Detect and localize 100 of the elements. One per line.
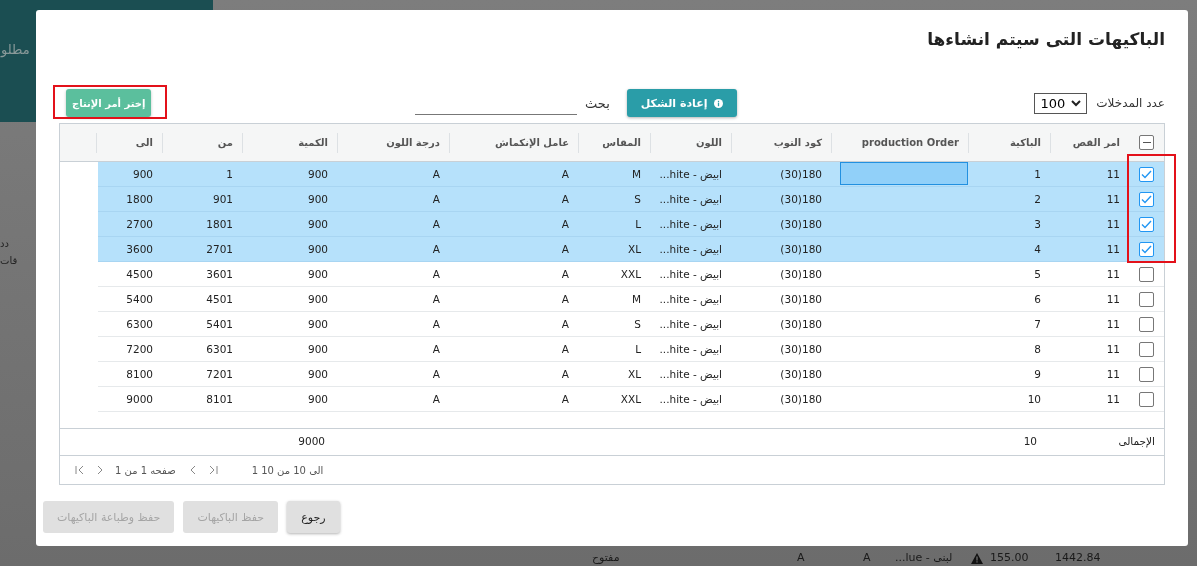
table-cell-text: 4501	[205, 292, 234, 307]
table-cell: 155.00	[990, 551, 1029, 564]
table-cell-text: 10	[1026, 392, 1042, 407]
first-page-icon[interactable]	[207, 465, 218, 475]
table-cell-text: 8100	[125, 367, 154, 382]
table-cell-text: 180(30)	[779, 342, 823, 357]
row-checkbox[interactable]	[1139, 191, 1154, 207]
table-cell-text: 11	[1105, 267, 1121, 282]
table-cell-text: ابيض - hite...	[658, 367, 723, 383]
table-cell: 1442.84	[1055, 551, 1101, 564]
column-header[interactable]: الباكية	[968, 132, 1050, 153]
table-cell-text: A	[431, 242, 441, 257]
table-cell-text: ابيض - hite...	[658, 317, 723, 333]
table-cell-text: ابيض - hite...	[658, 392, 723, 408]
table-cell-text: 8	[1033, 342, 1042, 357]
table-cell-text: 4	[1033, 242, 1042, 257]
table-cell-text: A	[431, 342, 441, 357]
table-cell-text: 9000	[125, 392, 154, 407]
row-checkbox[interactable]	[1139, 241, 1154, 257]
table-cell-text: ابيض - hite...	[658, 192, 723, 208]
column-header[interactable]: امر القص	[1050, 132, 1129, 153]
table-cell-text: 180(30)	[779, 292, 823, 307]
entries-label: عدد المدخلات	[1096, 96, 1165, 110]
table-cell-text: XXL	[619, 392, 642, 407]
info-icon	[714, 98, 724, 108]
table-cell-text: ابيض - hite...	[658, 242, 723, 258]
entries-select[interactable]: 100	[1034, 92, 1088, 114]
row-checkbox[interactable]	[1139, 266, 1154, 282]
table-cell-text: ابيض - hite...	[658, 342, 723, 358]
table-cell-text: 11	[1105, 192, 1121, 207]
table-cell-text: S	[633, 192, 642, 207]
table-cell-text: A	[560, 342, 570, 357]
chevron-down-icon	[1071, 99, 1082, 107]
table-cell-text: 180(30)	[779, 192, 823, 207]
table-cell-text: A	[560, 267, 570, 282]
table-cell-text: 9	[1033, 367, 1042, 382]
table-cell-text: 8101	[205, 392, 234, 407]
table-cell: ...lue - لبنى	[895, 551, 953, 564]
row-checkbox[interactable]	[1139, 366, 1154, 382]
table-cell: A	[797, 551, 805, 564]
table-cell-text: 2701	[205, 242, 234, 257]
column-header[interactable]: الى	[96, 132, 162, 153]
table-cell-text: 1800	[125, 192, 154, 207]
row-checkbox[interactable]	[1139, 316, 1154, 332]
next-page-icon[interactable]	[97, 465, 103, 475]
table-cell-text: 5401	[205, 317, 234, 332]
total-count: 10	[1023, 435, 1037, 447]
table-cell-text: 180(30)	[779, 392, 823, 407]
table-cell-text: 900	[306, 217, 329, 232]
table-cell-text: A	[431, 292, 441, 307]
table-cell-text: 3	[1033, 217, 1042, 232]
column-header[interactable]: الكمية	[242, 132, 337, 153]
row-checkbox[interactable]	[1139, 291, 1154, 307]
table-cell: A	[863, 551, 871, 564]
table-cell-text: 900	[306, 192, 329, 207]
column-header[interactable]: المقاس	[578, 132, 650, 153]
column-header[interactable]: درجة اللون	[337, 132, 449, 153]
table-cell-text: 7200	[125, 342, 154, 357]
prev-page-icon[interactable]	[189, 465, 196, 475]
row-checkbox[interactable]	[1139, 216, 1154, 232]
table-cell-text: 900	[306, 367, 329, 382]
table-cell-text: 11	[1105, 167, 1121, 182]
table-cell-text: 900	[306, 392, 329, 407]
table-cell-text: 2700	[125, 217, 154, 232]
table-cell-text: A	[560, 242, 570, 257]
table-cell-text: 901	[211, 192, 234, 207]
column-label: دد	[0, 238, 9, 249]
table-cell-text: 5	[1033, 267, 1042, 282]
table-cell-text: L	[634, 342, 642, 357]
table-cell-text: M	[630, 167, 642, 182]
row-checkbox[interactable]	[1139, 391, 1154, 407]
table-cell-text: A	[560, 167, 570, 182]
table-cell-text: 11	[1105, 217, 1121, 232]
table-cell-text: A	[431, 217, 441, 232]
last-page-icon[interactable]	[75, 465, 85, 475]
row-checkbox[interactable]	[1139, 166, 1154, 182]
order-input[interactable]	[840, 162, 968, 185]
table-cell-text: A	[431, 392, 441, 407]
total-label: الإجمالى	[1118, 435, 1155, 447]
total-quantity: 9000	[298, 435, 325, 447]
column-header[interactable]: من	[162, 132, 242, 153]
column-header[interactable]: production Order	[831, 132, 968, 153]
table-cell-text: A	[560, 292, 570, 307]
table-cell-text: 900	[306, 317, 329, 332]
table-cell-text: 180(30)	[779, 167, 823, 182]
table-cell-text: A	[431, 367, 441, 382]
column-header[interactable]: اللون	[650, 132, 731, 153]
action-button[interactable]: رجوع	[287, 501, 340, 533]
table-cell: مفتوح	[592, 551, 620, 564]
table-cell-text: 900	[306, 242, 329, 257]
row-checkbox[interactable]	[1139, 341, 1154, 357]
table-cell-text: A	[431, 192, 441, 207]
table-cell-text: M	[630, 292, 642, 307]
column-header[interactable]: كود التوب	[731, 132, 831, 153]
table-cell-text: 900	[306, 292, 329, 307]
table-cell-text: 180(30)	[779, 367, 823, 382]
select-all-checkbox[interactable]	[1139, 135, 1154, 150]
column-header[interactable]: عامل الإنكماش	[449, 132, 578, 153]
table-cell-text: 7	[1033, 317, 1042, 332]
table-cell-text: 11	[1105, 317, 1121, 332]
